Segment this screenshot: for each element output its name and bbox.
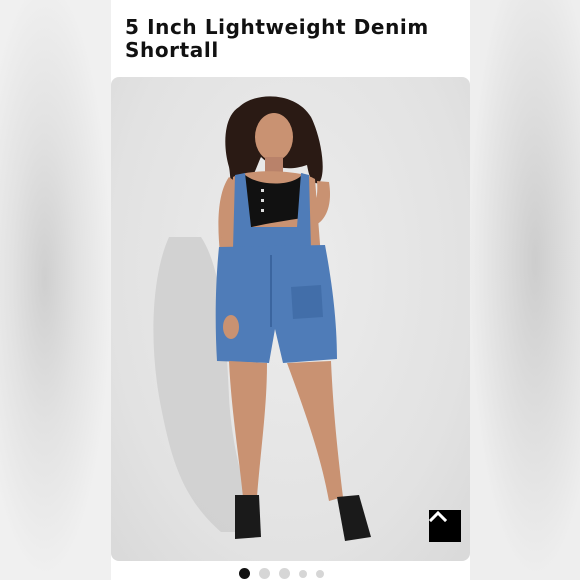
product-card: 5 Inch Lightweight Denim Shortall xyxy=(111,0,470,580)
scroll-to-top-button[interactable] xyxy=(429,510,461,542)
carousel-dot-1[interactable] xyxy=(239,568,250,579)
background-blur-right xyxy=(468,0,580,580)
carousel-dot-3[interactable] xyxy=(279,568,290,579)
carousel-dot-2[interactable] xyxy=(259,568,270,579)
carousel-dots xyxy=(239,568,324,579)
model-illustration xyxy=(153,96,371,541)
product-title: 5 Inch Lightweight Denim Shortall xyxy=(125,15,429,62)
carousel-dot-4[interactable] xyxy=(299,569,307,578)
carousel-dot-5[interactable] xyxy=(316,569,324,578)
chevron-up-icon xyxy=(429,510,447,522)
product-image[interactable] xyxy=(111,77,470,561)
background-blur-left xyxy=(0,0,112,580)
